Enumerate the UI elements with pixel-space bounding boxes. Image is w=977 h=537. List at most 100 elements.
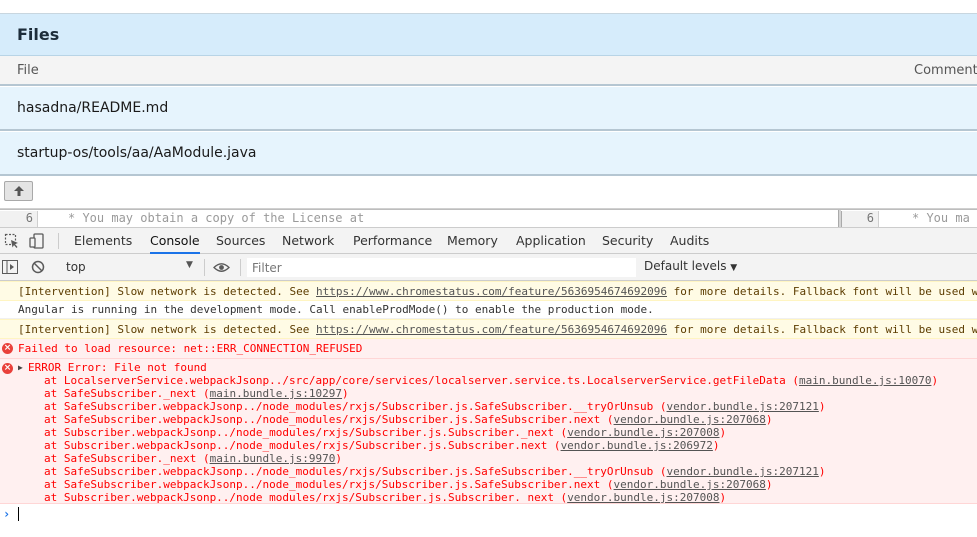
column-comment: Comment: [914, 63, 977, 78]
devtools-tabbar: Elements Console Sources Network Perform…: [0, 227, 977, 254]
code-line: * You ma: [912, 211, 970, 225]
stack-frame-text: at Subscriber.webpackJsonp../node_module…: [44, 491, 568, 504]
error-icon: ×: [2, 363, 13, 374]
stack-frame-link[interactable]: main.bundle.js:10070: [799, 374, 931, 387]
stack-frame-tail: ): [712, 439, 720, 452]
stack-frame-link[interactable]: main.bundle.js:9970: [210, 452, 336, 465]
stack-frame-link[interactable]: vendor.bundle.js:207068: [614, 478, 766, 491]
code-line: * You may obtain a copy of the License a…: [68, 211, 365, 225]
inspect-element-icon[interactable]: [4, 233, 20, 249]
console-error-expanded: × ▶ ERROR Error: File not found at Local…: [0, 359, 977, 504]
stack-frame-tail: ): [765, 478, 773, 491]
stack-frame-text: at Subscriber.webpackJsonp../node_module…: [44, 426, 568, 439]
error-heading[interactable]: ERROR Error: File not found: [28, 361, 977, 374]
stack-frame-text: at SafeSubscriber._next (: [44, 387, 210, 400]
expand-triangle-icon[interactable]: ▶: [18, 363, 23, 372]
device-toolbar-icon[interactable]: [29, 233, 45, 249]
file-name[interactable]: hasadna/README.md: [17, 100, 168, 116]
prompt-chevron-icon: ›: [3, 507, 11, 521]
error-icon: ×: [2, 343, 13, 354]
filter-input[interactable]: [247, 258, 636, 277]
stack-frame: at SafeSubscriber._next (main.bundle.js:…: [28, 452, 977, 465]
context-value: top: [66, 260, 86, 274]
stack-frame: at Subscriber.webpackJsonp../node_module…: [28, 491, 977, 504]
stack-frame-tail: ): [719, 491, 727, 504]
text-caret: [18, 507, 19, 521]
stack-frame-text: at SafeSubscriber.webpackJsonp../node_mo…: [44, 465, 667, 478]
tab-security[interactable]: Security: [602, 228, 653, 254]
tab-elements[interactable]: Elements: [74, 228, 132, 254]
stack-frame-tail: ): [931, 374, 939, 387]
console-warning: [Intervention] Slow network is detected.…: [0, 281, 977, 301]
console-error: × Failed to load resource: net::ERR_CONN…: [0, 339, 977, 359]
message-text: for more details. Fallback font will be …: [667, 285, 977, 298]
console-toolbar: top ▼ Default levels ▼: [0, 254, 977, 281]
message-text: Failed to load resource: net::ERR_CONNEC…: [18, 342, 363, 355]
tab-console[interactable]: Console: [150, 228, 200, 254]
eye-icon[interactable]: [213, 262, 230, 273]
diff-toolbar: [0, 176, 977, 209]
stack-frame: at SafeSubscriber.webpackJsonp../node_mo…: [28, 465, 977, 478]
stack-frame: at Subscriber.webpackJsonp../node_module…: [28, 439, 977, 452]
files-title: Files: [17, 25, 60, 44]
message-link[interactable]: https://www.chromestatus.com/feature/563…: [316, 323, 667, 336]
tab-audits[interactable]: Audits: [670, 228, 709, 254]
stack-frame-text: at SafeSubscriber._next (: [44, 452, 210, 465]
toolbar-separator: [204, 259, 205, 276]
app-top-strip: [0, 0, 977, 14]
arrow-up-icon: [13, 186, 24, 196]
stack-frame-text: at SafeSubscriber.webpackJsonp../node_mo…: [44, 413, 614, 426]
stack-frame-text: at LocalserverService.webpackJsonp../src…: [44, 374, 799, 387]
stack-frame-link[interactable]: vendor.bundle.js:207121: [667, 400, 819, 413]
file-row[interactable]: startup-os/tools/aa/AaModule.java: [0, 132, 977, 176]
files-column-header: File Comment: [0, 56, 977, 86]
stack-frame-tail: ): [765, 413, 773, 426]
scroll-up-button[interactable]: [4, 181, 33, 201]
stack-frame: at SafeSubscriber.webpackJsonp../node_mo…: [28, 400, 977, 413]
console-warning: [Intervention] Slow network is detected.…: [0, 319, 977, 339]
stack-frame: at SafeSubscriber.webpackJsonp../node_mo…: [28, 413, 977, 426]
console-prompt[interactable]: ›: [0, 504, 977, 524]
stack-frame-link[interactable]: vendor.bundle.js:207008: [567, 426, 719, 439]
stack-frame-link[interactable]: vendor.bundle.js:206972: [561, 439, 713, 452]
tab-sources[interactable]: Sources: [216, 228, 265, 254]
stack-frame-tail: ): [818, 400, 826, 413]
clear-console-icon[interactable]: [31, 260, 45, 274]
stack-frame: at LocalserverService.webpackJsonp../src…: [28, 374, 977, 387]
stack-frame-text: at SafeSubscriber.webpackJsonp../node_mo…: [44, 400, 667, 413]
stack-frame-tail: ): [719, 426, 727, 439]
tab-application[interactable]: Application: [516, 228, 586, 254]
tab-network[interactable]: Network: [282, 228, 334, 254]
console-log: Angular is running in the development mo…: [0, 301, 977, 319]
stack-frame: at SafeSubscriber._next (main.bundle.js:…: [28, 387, 977, 400]
stack-frame-tail: ): [335, 452, 343, 465]
stack-frame-text: at SafeSubscriber.webpackJsonp../node_mo…: [44, 478, 614, 491]
diff-view: 6 * You may obtain a copy of the License…: [0, 209, 977, 228]
toolbar-separator: [240, 259, 241, 276]
column-file: File: [17, 63, 39, 78]
message-text: [Intervention] Slow network is detected.…: [18, 285, 317, 298]
stack-frame-text: at Subscriber.webpackJsonp../node_module…: [44, 439, 561, 452]
sidebar-toggle-icon[interactable]: [2, 260, 18, 274]
line-number: 6: [841, 211, 879, 227]
stack-frame: at Subscriber.webpackJsonp../node_module…: [28, 426, 977, 439]
message-link[interactable]: https://www.chromestatus.com/feature/563…: [316, 285, 667, 298]
stack-frame-link[interactable]: main.bundle.js:10297: [210, 387, 342, 400]
tab-memory[interactable]: Memory: [447, 228, 498, 254]
message-text: [Intervention] Slow network is detected.…: [18, 323, 317, 336]
context-select[interactable]: top ▼: [58, 258, 198, 277]
chevron-down-icon: ▼: [186, 260, 193, 270]
stack-frame: at SafeSubscriber.webpackJsonp../node_mo…: [28, 478, 977, 491]
message-text: Angular is running in the development mo…: [18, 303, 654, 316]
stack-frame-link[interactable]: vendor.bundle.js:207121: [667, 465, 819, 478]
tab-performance[interactable]: Performance: [353, 228, 432, 254]
file-name[interactable]: startup-os/tools/aa/AaModule.java: [17, 145, 257, 161]
chevron-down-icon: ▼: [730, 263, 738, 273]
file-row[interactable]: hasadna/README.md: [0, 87, 977, 131]
log-levels-dropdown[interactable]: Default levels ▼: [644, 259, 737, 273]
stack-frame-link[interactable]: vendor.bundle.js:207008: [567, 491, 719, 503]
line-number: 6: [0, 211, 38, 227]
stack-frame-link[interactable]: vendor.bundle.js:207068: [614, 413, 766, 426]
message-text: for more details. Fallback font will be …: [667, 323, 977, 336]
stack-frame-tail: ): [342, 387, 349, 400]
